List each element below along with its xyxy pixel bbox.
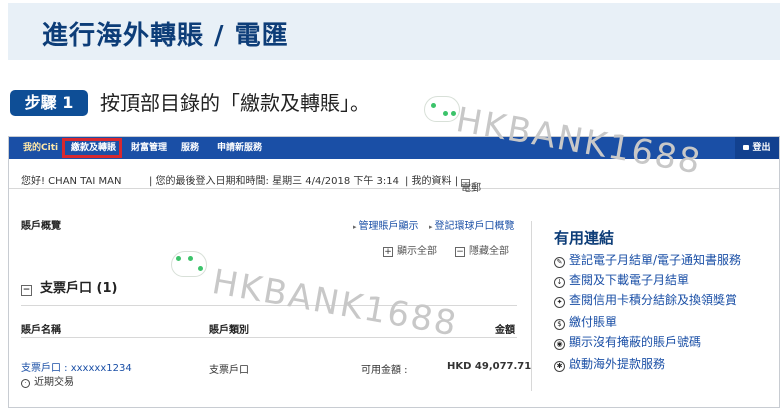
useful-link-estatement-register[interactable]: ✎ 登記電子月結單/電子通知書服務: [554, 251, 741, 268]
recent-transactions-link[interactable]: · 近期交易: [21, 373, 74, 388]
useful-link-estatement-download[interactable]: ↓ 查閱及下載電子月結單: [554, 271, 689, 288]
account-type-value: 支票戶口: [209, 365, 249, 376]
available-label: 可用金額 :: [361, 365, 408, 376]
greeting-name: 您好! CHAN TAI MAN: [21, 176, 122, 187]
logout-label: 登出: [752, 143, 771, 153]
my-info-link[interactable]: | 我的資料 |: [405, 172, 458, 187]
useful-link-overseas-withdrawal[interactable]: ✱ 啟動海外提款服務: [554, 355, 665, 372]
useful-link-label: 查閱信用卡積分結餘及換領獎賞: [569, 293, 738, 307]
col-account-name: 賬戶名稱: [21, 325, 61, 336]
gift-icon: ✦: [554, 297, 565, 308]
header-banner: 進行海外轉賬 / 電匯: [8, 3, 780, 60]
watermark-logo-icon: [424, 96, 460, 122]
account-link[interactable]: 支票戶口 : xxxxxx1234: [21, 359, 132, 374]
minus-icon: −: [455, 247, 465, 257]
nav-item-services[interactable]: 服務: [181, 137, 199, 159]
dollar-icon: $: [554, 319, 565, 330]
useful-link-label: 顯示沒有掩蔽的賬戶號碼: [569, 335, 702, 349]
useful-link-unmask[interactable]: ◉ 顯示沒有掩蔽的賬戶號碼: [554, 333, 701, 350]
useful-link-label: 繳付賬單: [569, 315, 618, 329]
step-badge: 步驟 1: [10, 90, 88, 116]
nav-item-my-citi[interactable]: 我的Citi: [23, 137, 58, 159]
expand-all-label: 顯示全部: [397, 246, 437, 257]
nav-item-wealth[interactable]: 財富管理: [131, 137, 167, 159]
available-amount: HKD 49,077.71: [447, 361, 532, 372]
lock-icon: [743, 145, 750, 150]
useful-link-label: 查閱及下載電子月結單: [569, 273, 690, 287]
register-global-link[interactable]: 登記環球戶口概覽: [429, 217, 515, 232]
pen-icon: ✎: [554, 257, 565, 268]
col-amount: 金額: [495, 325, 515, 336]
bank-screenshot: 我的Citi 繳款及轉賬 財富管理 服務 申請新服務 登出 您好! CHAN T…: [8, 136, 780, 408]
useful-link-label: 啟動海外提款服務: [569, 357, 666, 371]
useful-link-label: 登記電子月結單/電子通知書服務: [569, 253, 742, 267]
manage-display-link[interactable]: 管理賬戶顯示: [353, 217, 419, 232]
last-login: | 您的最後登入日期和時間: 星期三 4/4/2018 下午 3:14: [149, 176, 399, 187]
clock-icon: ·: [21, 379, 30, 388]
greeting-bar: 您好! CHAN TAI MAN | 您的最後登入日期和時間: 星期三 4/4/…: [9, 165, 779, 194]
highlight-box: [62, 138, 122, 158]
step-instruction: 按頂部目錄的「繳款及轉賬」。: [100, 91, 370, 115]
col-account-type: 賬戶類別: [209, 325, 249, 336]
watermark-logo-icon: [171, 251, 207, 277]
column-divider: [531, 221, 532, 391]
page-title: 進行海外轉賬 / 電匯: [42, 21, 289, 51]
download-icon: ↓: [554, 277, 565, 288]
checking-section-toggle[interactable]: − 支票戶口 (1): [21, 277, 117, 296]
top-nav: 我的Citi 繳款及轉賬 財富管理 服務 申請新服務 登出: [9, 137, 779, 159]
checking-section-title: 支票戶口 (1): [40, 281, 118, 296]
expand-all-button[interactable]: + 顯示全部: [383, 242, 437, 257]
mail-label: 電郵: [461, 183, 481, 194]
collapse-all-button[interactable]: − 隱藏全部: [455, 242, 509, 257]
divider: [21, 305, 517, 306]
account-overview-title: 賬戶概覽: [21, 221, 61, 232]
useful-links-title: 有用連結: [554, 229, 615, 247]
divider: [21, 337, 517, 338]
nav-item-apply-new[interactable]: 申請新服務: [217, 137, 262, 159]
useful-link-rewards[interactable]: ✦ 查閱信用卡積分結餘及換領獎賞: [554, 291, 737, 308]
plus-icon: +: [383, 247, 393, 257]
collapse-all-label: 隱藏全部: [469, 246, 509, 257]
useful-link-pay-bills[interactable]: $ 繳付賬單: [554, 313, 617, 330]
globe-icon: ✱: [554, 361, 565, 372]
logout-button[interactable]: 登出: [735, 137, 779, 159]
eye-icon: ◉: [554, 339, 565, 350]
minus-icon: −: [21, 285, 32, 296]
recent-transactions-label: 近期交易: [34, 377, 74, 388]
